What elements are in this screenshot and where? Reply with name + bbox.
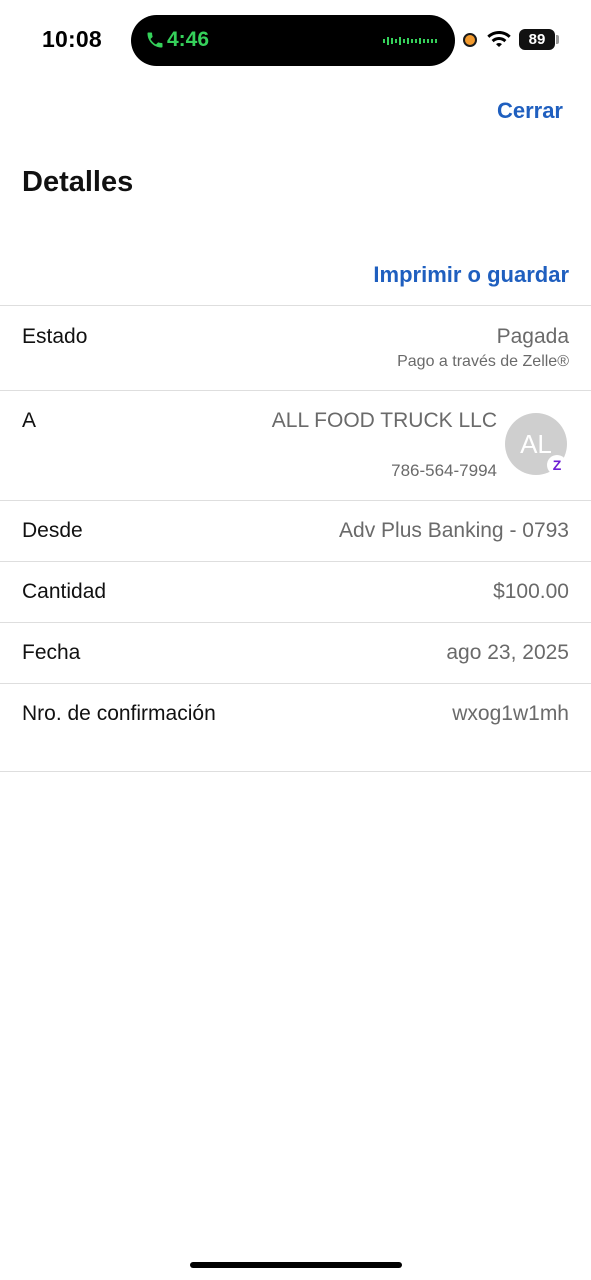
recipient-label: A — [22, 409, 37, 432]
divider — [0, 622, 591, 623]
date-label: Fecha — [22, 641, 81, 664]
status-time: 10:08 — [42, 26, 102, 52]
from-label: Desde — [22, 519, 83, 542]
date-value: ago 23, 2025 — [446, 641, 569, 664]
close-button[interactable]: Cerrar — [497, 98, 563, 124]
divider — [0, 683, 591, 684]
zelle-icon: Z — [547, 455, 567, 475]
phone-icon — [147, 32, 163, 48]
divider — [0, 500, 591, 501]
divider — [0, 561, 591, 562]
amount-value: $100.00 — [493, 580, 569, 603]
payment-method-note: Pago a través de Zelle® — [397, 353, 569, 370]
recipient-phone: 786-564-7994 — [391, 461, 497, 480]
divider — [0, 305, 591, 306]
home-indicator[interactable] — [190, 1262, 402, 1268]
amount-label: Cantidad — [22, 580, 107, 603]
from-value: Adv Plus Banking - 0793 — [339, 519, 569, 542]
status-label: Estado — [22, 325, 88, 348]
screen: 10:08 4:46 89 Cerrar Detalles Imprimir o… — [0, 0, 591, 1280]
page-title: Detalles — [22, 166, 134, 198]
battery-icon: 89 — [519, 29, 555, 50]
confirmation-value: wxog1w1mh — [452, 702, 569, 725]
battery-tip — [556, 35, 559, 44]
divider — [0, 390, 591, 391]
recording-indicator-icon — [463, 33, 477, 47]
call-timer: 4:46 — [167, 28, 210, 51]
print-or-save-button[interactable]: Imprimir o guardar — [373, 262, 569, 288]
confirmation-label: Nro. de confirmación — [22, 702, 216, 725]
divider — [0, 771, 591, 772]
wifi-icon — [487, 31, 511, 47]
audio-waveform-icon — [383, 37, 437, 45]
status-value: Pagada — [496, 325, 569, 348]
dynamic-island-call[interactable]: 4:46 — [131, 15, 455, 66]
recipient-name: ALL FOOD TRUCK LLC — [271, 409, 497, 432]
